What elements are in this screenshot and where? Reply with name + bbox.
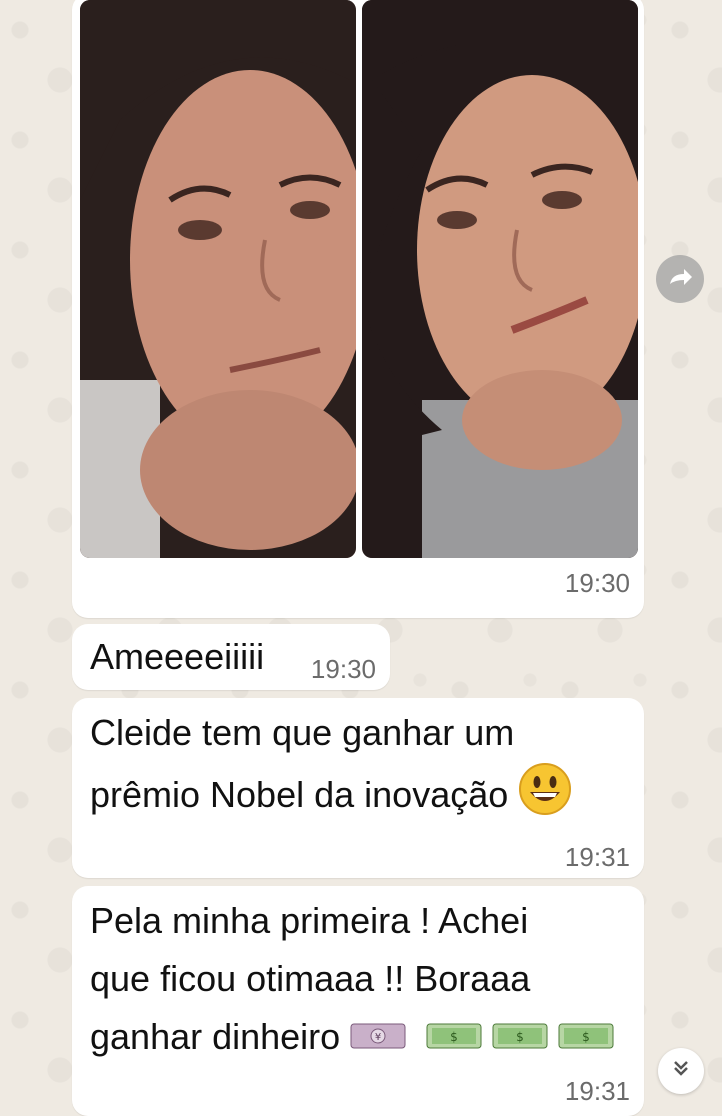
- yen-banknote-icon: ¥: [350, 1010, 406, 1068]
- photo-before[interactable]: [80, 0, 356, 558]
- message-timestamp: 19:30: [564, 568, 630, 598]
- message-line: Cleide tem que ganhar um: [90, 712, 515, 753]
- dollar-banknote-icon: $: [426, 1010, 482, 1068]
- photo-after[interactable]: [362, 0, 638, 558]
- message-bubble[interactable]: Cleide tem que ganhar um prêmio Nobel da…: [72, 698, 644, 878]
- media-message-bubble[interactable]: 19:30: [72, 0, 644, 618]
- dollar-banknote-icon: $: [492, 1010, 548, 1068]
- message-timestamp: 19:30: [310, 654, 376, 684]
- message-text: Pela minha primeira ! Achei que ficou ot…: [90, 892, 614, 1068]
- message-timestamp: 19:31: [564, 1076, 630, 1106]
- dollar-banknote-icon: $: [558, 1010, 614, 1068]
- message-timestamp: 19:31: [564, 842, 630, 872]
- message-line: prêmio Nobel da inovação: [90, 774, 509, 816]
- svg-text:¥: ¥: [375, 1032, 381, 1043]
- message-bubble[interactable]: Pela minha primeira ! Achei que ficou ot…: [72, 886, 644, 1116]
- svg-text:$: $: [450, 1030, 458, 1044]
- message-line: que ficou otimaaa !! Boraaa: [90, 958, 531, 999]
- message-text: Ameeeeiiiii: [90, 636, 265, 677]
- scroll-to-bottom-button[interactable]: [658, 1048, 704, 1094]
- svg-text:$: $: [516, 1030, 524, 1044]
- message-line: Pela minha primeira ! Achei: [90, 900, 529, 941]
- svg-text:$: $: [582, 1030, 590, 1044]
- message-line: ganhar dinheiro: [90, 1016, 341, 1057]
- grinning-face-icon: [518, 762, 572, 833]
- message-text: Cleide tem que ganhar um prêmio Nobel da…: [90, 704, 572, 833]
- message-bubble[interactable]: Ameeeeiiiii 19:30: [72, 624, 390, 690]
- forward-button[interactable]: [656, 255, 704, 303]
- double-chevron-down-icon: [671, 1057, 691, 1085]
- forward-icon: [666, 264, 694, 295]
